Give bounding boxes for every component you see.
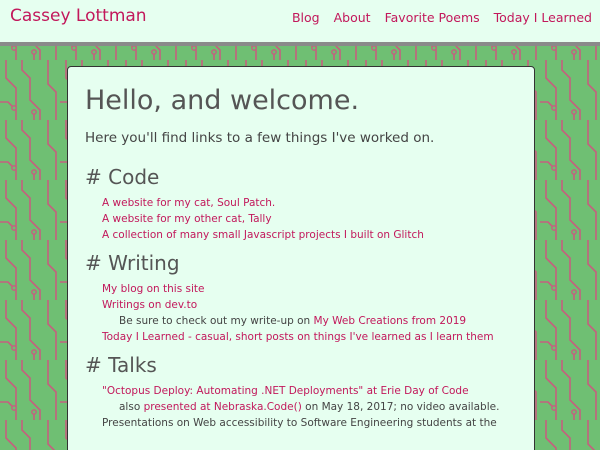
list-item: Presentations on Web accessibility to So…: [102, 415, 525, 431]
talk-note-suffix: on May 18, 2017; no video available.: [301, 401, 500, 413]
list-item: A collection of many small Javascript pr…: [102, 227, 525, 243]
link-octopus-deploy-talk[interactable]: "Octopus Deploy: Automating .NET Deploym…: [102, 385, 469, 397]
main-nav: Blog About Favorite Poems Today I Learne…: [292, 10, 592, 25]
list-item: A website for my cat, Soul Patch.: [102, 195, 525, 211]
link-blog[interactable]: My blog on this site: [102, 283, 205, 295]
list-item: Be sure to check out my write-up on My W…: [102, 313, 525, 329]
list-item: "Octopus Deploy: Automating .NET Deploym…: [102, 383, 525, 399]
section-heading-writing: # Writing: [85, 251, 180, 275]
intro-text: Here you'll find links to a few things I…: [85, 130, 435, 146]
link-glitch-projects[interactable]: A collection of many small Javascript pr…: [102, 229, 424, 241]
list-item: A website for my other cat, Tally: [102, 211, 525, 227]
talk-note-prefix: also: [119, 401, 144, 413]
link-soul-patch[interactable]: A website for my cat, Soul Patch.: [102, 197, 275, 209]
section-heading-code: # Code: [85, 165, 160, 189]
code-links: A website for my cat, Soul Patch. A webs…: [85, 195, 525, 243]
list-item: Writings on dev.to: [102, 297, 525, 313]
link-dev-to[interactable]: Writings on dev.to: [102, 299, 197, 311]
accessibility-presentations-text: Presentations on Web accessibility to So…: [102, 417, 497, 429]
content-inner: Hello, and welcome. Here you'll find lin…: [85, 85, 525, 431]
list-item: My blog on this site: [102, 281, 525, 297]
nav-link-favorite-poems[interactable]: Favorite Poems: [385, 10, 480, 25]
link-tally[interactable]: A website for my other cat, Tally: [102, 213, 272, 225]
writing-links: My blog on this site Writings on dev.to …: [85, 281, 525, 345]
link-nebraska-code[interactable]: presented at Nebraska.Code(): [144, 401, 302, 413]
content-card: Hello, and welcome. Here you'll find lin…: [67, 66, 535, 450]
site-header: Cassey Lottman Blog About Favorite Poems…: [0, 0, 600, 46]
list-item: also presented at Nebraska.Code() on May…: [102, 399, 525, 415]
talks-links: "Octopus Deploy: Automating .NET Deploym…: [85, 383, 525, 431]
link-today-i-learned[interactable]: Today I Learned - casual, short posts on…: [102, 331, 494, 343]
writeup-note-text: Be sure to check out my write-up on: [119, 315, 314, 327]
nav-link-about[interactable]: About: [334, 10, 371, 25]
page-title: Hello, and welcome.: [85, 85, 360, 116]
list-item: Today I Learned - casual, short posts on…: [102, 329, 525, 345]
section-heading-talks: # Talks: [85, 353, 157, 377]
nav-link-today-i-learned[interactable]: Today I Learned: [494, 10, 592, 25]
site-title-link[interactable]: Cassey Lottman: [10, 6, 147, 26]
nav-link-blog[interactable]: Blog: [292, 10, 320, 25]
link-web-creations-2019[interactable]: My Web Creations from 2019: [314, 315, 467, 327]
